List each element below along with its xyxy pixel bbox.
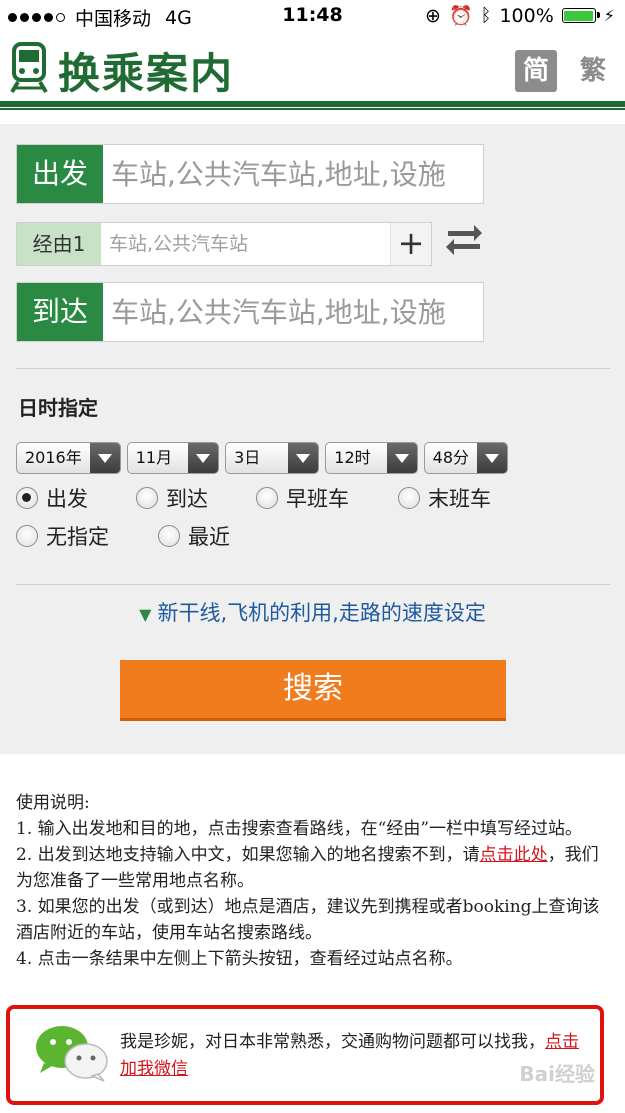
charging-icon: ⚡ (603, 6, 615, 25)
bluetooth-icon: ᛒ (480, 5, 492, 26)
dropdown-arrow-icon (288, 443, 319, 473)
radio-unspecified[interactable]: 无指定 (16, 521, 109, 551)
advanced-settings-label: 新干线,飞机的利用,走路的速度设定 (157, 601, 486, 625)
hour-select[interactable]: 12时 (325, 442, 418, 474)
status-right: ⊕ ⏰ ᛒ 100% ⚡ (425, 4, 615, 28)
orientation-lock-icon: ⊕ (425, 4, 441, 27)
train-logo-icon (10, 42, 48, 94)
instructions-heading: 使用说明: (16, 793, 90, 813)
radio-last-train-label: 末班车 (428, 487, 491, 511)
baidu-watermark: Bai经验 (519, 1062, 595, 1086)
departure-field: 出发 (16, 144, 484, 204)
wechat-promo-box: 我是珍妮，对日本非常熟悉，交通购物问题都可以找我，点击加我微信 (6, 1005, 604, 1105)
radio-unchecked-icon (398, 487, 420, 509)
minute-value: 48分 (432, 448, 470, 467)
radio-unspecified-label: 无指定 (46, 525, 109, 549)
instruction-item-4: 4. 点击一条结果中左侧上下箭头按钮，查看经过站点名称。 (16, 949, 463, 969)
add-via-button[interactable]: + (390, 223, 431, 265)
instruction-item-1: 1. 输入出发地和目的地，点击搜索查看路线，在“经由”一栏中填写经过站。 (16, 819, 583, 839)
arrival-field: 到达 (16, 282, 484, 342)
radio-first-train[interactable]: 早班车 (256, 483, 349, 513)
app-title: 换乘案内 (58, 49, 235, 98)
radio-recent[interactable]: 最近 (158, 521, 230, 551)
radio-unchecked-icon (136, 487, 158, 509)
radio-unchecked-icon (158, 525, 180, 547)
radio-arrive[interactable]: 到达 (136, 483, 208, 513)
radio-depart-label: 出发 (46, 487, 88, 511)
via-label: 经由1 (17, 223, 101, 265)
status-bar: 中国移动 4G 11:48 ⊕ ⏰ ᛒ 100% ⚡ (0, 0, 625, 30)
radio-last-train[interactable]: 末班车 (398, 483, 491, 513)
year-value: 2016年 (25, 448, 82, 467)
click-here-link[interactable]: 点击此处 (480, 845, 548, 865)
departure-input[interactable] (103, 145, 483, 203)
alarm-icon: ⏰ (448, 5, 473, 27)
radio-depart[interactable]: 出发 (16, 483, 88, 513)
header-divider-thin (0, 108, 625, 110)
header-divider (0, 101, 625, 107)
instruction-item-3: 3. 如果您的出发（或到达）地点是酒店，建议先到携程或者booking上查询该酒… (16, 897, 600, 943)
via-input[interactable] (101, 223, 390, 265)
radio-recent-label: 最近 (188, 525, 230, 549)
radio-unchecked-icon (256, 487, 278, 509)
divider (16, 368, 610, 369)
advanced-settings-link[interactable]: ▼ 新干线,飞机的利用,走路的速度设定 (0, 597, 625, 627)
instruction-item-2: 2. 出发到达地支持输入中文，如果您输入的地名搜索不到，请点击此处，我们为您准备… (16, 842, 612, 894)
datetime-selects: 2016年 11月 3日 12时 48分 (16, 442, 509, 474)
arrival-label: 到达 (17, 283, 103, 341)
radio-arrive-label: 到达 (166, 487, 208, 511)
battery-icon (561, 8, 600, 23)
month-select[interactable]: 11月 (126, 442, 220, 474)
minute-select[interactable]: 48分 (423, 442, 509, 474)
datetime-title: 日时指定 (18, 396, 98, 420)
radio-unchecked-icon (16, 525, 38, 547)
hour-value: 12时 (334, 448, 371, 467)
battery-percent: 100% (499, 4, 554, 27)
departure-label: 出发 (17, 145, 103, 203)
usage-instructions: 使用说明: 1. 输入出发地和目的地，点击搜索查看路线，在“经由”一栏中填写经过… (16, 790, 612, 972)
wechat-promo-message: 我是珍妮，对日本非常熟悉，交通购物问题都可以找我， (120, 1032, 545, 1052)
dropdown-arrow-icon (188, 443, 219, 473)
via-field: 经由1 + (16, 222, 432, 266)
month-value: 11月 (135, 448, 173, 467)
arrival-input[interactable] (103, 283, 483, 341)
app-header: 换乘案内 简 繁 (0, 34, 625, 98)
radio-checked-icon (16, 487, 38, 509)
instruction-item-2-text: 2. 出发到达地支持输入中文，如果您输入的地名搜索不到，请 (16, 845, 480, 865)
dropdown-arrow-icon (386, 443, 417, 473)
dropdown-arrow-icon (477, 443, 508, 473)
simplified-chinese-button[interactable]: 简 (515, 50, 557, 92)
year-select[interactable]: 2016年 (16, 442, 121, 474)
divider (16, 584, 610, 585)
expand-triangle-icon: ▼ (139, 605, 152, 624)
dropdown-arrow-icon (89, 443, 120, 473)
wechat-icon (36, 1026, 108, 1082)
traditional-chinese-button[interactable]: 繁 (572, 50, 614, 92)
search-button[interactable]: 搜索 (120, 660, 506, 721)
day-select[interactable]: 3日 (225, 442, 320, 474)
radio-first-train-label: 早班车 (286, 487, 349, 511)
swap-stations-icon[interactable] (444, 222, 484, 258)
day-value: 3日 (234, 448, 261, 467)
